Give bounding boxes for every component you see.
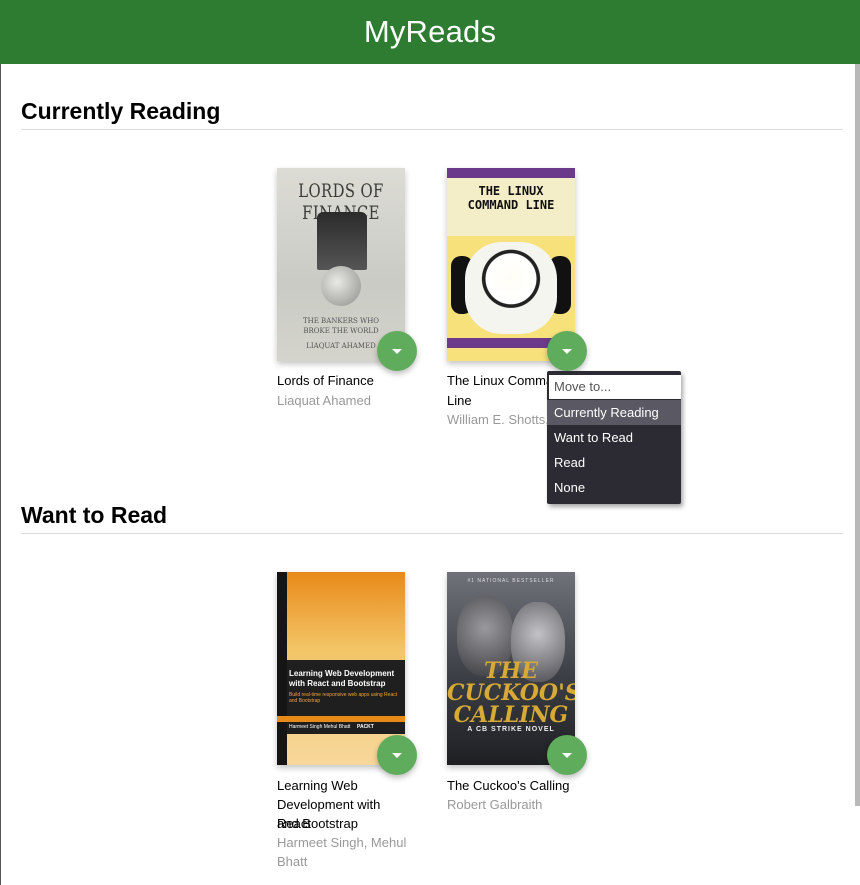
book-cover[interactable]: THE LINUX COMMAND LINE	[447, 168, 575, 361]
triangle-down-icon	[392, 348, 402, 354]
cover-art-robot	[465, 242, 557, 334]
book-cover[interactable]: LORDS OF FINANCE THE BANKERS WHO BROKE T…	[277, 168, 405, 361]
menu-option-read[interactable]: Read	[547, 450, 681, 475]
menu-option-currently-reading[interactable]: Currently Reading	[547, 400, 681, 425]
app-title: MyReads	[363, 14, 497, 49]
app-frame	[0, 0, 857, 885]
cover-top-text: #1 NATIONAL BESTSELLER	[467, 578, 555, 584]
cover-subtitle: A CB STRIKE NOVEL	[467, 726, 555, 733]
book-title: The Cuckoo's Calling	[447, 778, 570, 793]
book-authors-line-2: Bhatt	[277, 854, 308, 869]
menu-option-want-to-read[interactable]: Want to Read	[547, 425, 681, 450]
cover-author-text: Harmeet Singh Mehul Bhatt	[289, 724, 351, 730]
cover-band-top	[447, 168, 575, 178]
shelf-title-want-to-read: Want to Read	[21, 502, 843, 534]
shelf-changer-button[interactable]	[377, 735, 417, 775]
cover-figures	[317, 212, 367, 270]
shelf-changer-menu[interactable]: Move to... Currently Reading Want to Rea…	[547, 371, 681, 504]
book-title-line-1: The Linux Comma	[447, 373, 554, 388]
book-authors: William E. Shotts,	[447, 412, 549, 427]
book-authors: Liaquat Ahamed	[277, 393, 371, 408]
menu-option-none[interactable]: None	[547, 475, 681, 500]
cover-publisher: PACKT	[357, 724, 374, 730]
cover-title-text: THE CUCKOO'S CALLING	[447, 658, 575, 728]
book-authors-line-1: Harmeet Singh, Mehul	[277, 835, 407, 850]
app-header: MyReads	[0, 0, 860, 64]
book-title-line-3: and Bootstrap	[277, 816, 358, 831]
cover-globe	[321, 266, 361, 306]
triangle-down-icon	[392, 752, 402, 758]
book-cover[interactable]: #1 NATIONAL BESTSELLER THE CUCKOO'S CALL…	[447, 572, 575, 765]
shelf-changer-button[interactable]	[377, 331, 417, 371]
scrollbar[interactable]	[855, 64, 860, 806]
book-authors: Robert Galbraith	[447, 797, 543, 812]
shelf-changer-button[interactable]	[547, 331, 587, 371]
book-cover[interactable]: Learning Web Development with React and …	[277, 572, 405, 765]
triangle-down-icon	[562, 752, 572, 758]
cover-title-text: THE LINUX COMMAND LINE	[467, 184, 555, 212]
menu-option-move-to: Move to...	[549, 375, 681, 399]
cover-subtitle: Build real-time responsive web apps usin…	[289, 692, 398, 704]
shelf-changer-button[interactable]	[547, 735, 587, 775]
triangle-down-icon	[562, 348, 572, 354]
book-title-line-1: Learning Web	[277, 778, 358, 793]
cover-stripe	[277, 716, 405, 722]
cover-spine	[277, 572, 287, 765]
cover-title-text: Learning Web Development with React and …	[289, 669, 395, 688]
book-title: Lords of Finance	[277, 373, 374, 388]
shelf-title-currently-reading: Currently Reading	[21, 98, 843, 130]
book-title-line-2: Line	[447, 393, 472, 408]
